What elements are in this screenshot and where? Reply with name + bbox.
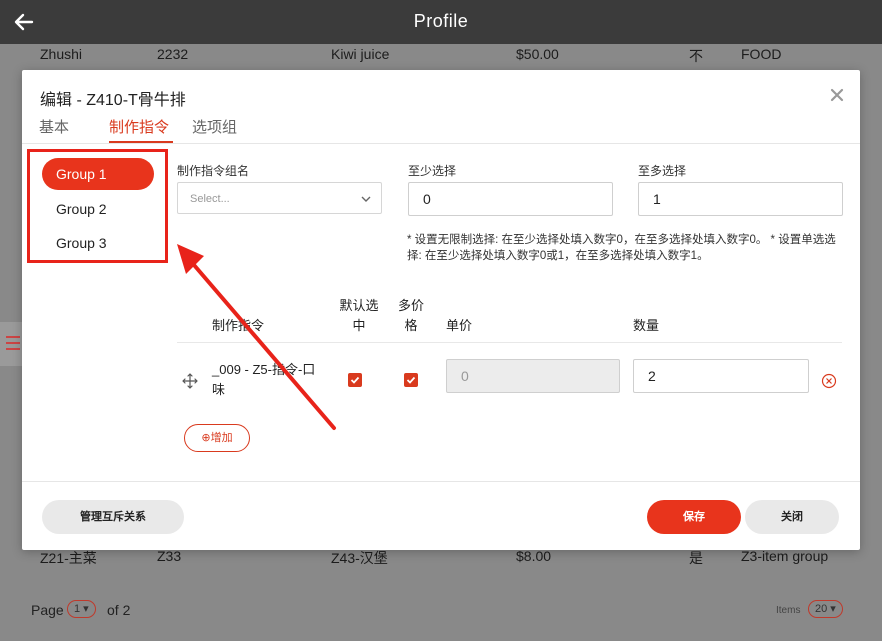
price-input[interactable]: 0 (446, 359, 620, 393)
column-header-instruction: 制作指令 (212, 318, 265, 333)
column-header-default: 默认选 中 (339, 298, 379, 333)
group-name-label: 制作指令组名 (177, 164, 250, 178)
modal-title: 编辑 - Z410-T骨牛排 (40, 92, 186, 109)
check-icon (406, 376, 416, 384)
side-menu-handle[interactable] (0, 322, 22, 366)
close-icon[interactable] (830, 88, 844, 102)
max-select-label: 至多选择 (638, 164, 687, 178)
tab-basic[interactable]: 基本 (39, 116, 69, 137)
divider (22, 481, 860, 482)
remove-row-icon[interactable] (821, 373, 837, 389)
save-button[interactable]: 保存 (647, 500, 741, 534)
quantity-input[interactable]: 2 (633, 359, 809, 393)
tab-instructions[interactable]: 制作指令 (109, 116, 169, 137)
group-name-placeholder: Select... (190, 193, 230, 205)
max-select-input[interactable]: 1 (638, 182, 843, 216)
group-item-1[interactable]: Group 1 (42, 158, 154, 190)
table-row[interactable]: Zhushi 2232 Kiwi juice $50.00 不 FOOD (0, 42, 882, 68)
min-select-label: 至少选择 (408, 164, 457, 178)
tab-option-groups[interactable]: 选项组 (192, 116, 237, 137)
help-note: * 设置无限制选择: 在至少选择处填入数字0，在至多选择处填入数字0。 * 设置… (407, 234, 836, 262)
manage-exclusion-button[interactable]: 管理互斥关系 (42, 500, 184, 534)
page-title: Profile (413, 11, 469, 31)
pagination: Page 1 ▾ of 2 Items 20 ▾ (0, 598, 882, 624)
add-button[interactable]: ⊕增加 (184, 424, 250, 452)
column-header-qty: 数量 (633, 318, 660, 333)
page-select[interactable]: 1 ▾ (67, 600, 96, 618)
group-name-select[interactable]: Select... (177, 182, 382, 214)
groups-highlight-box: Group 1 Group 2 Group 3 (27, 149, 168, 263)
items-label: Items (776, 605, 801, 616)
min-select-input[interactable]: 0 (408, 182, 613, 216)
instruction-name: _009 - Z5-指令-口味 (212, 362, 316, 397)
multi-price-checkbox[interactable] (404, 373, 418, 387)
divider (22, 143, 860, 144)
edit-modal: 编辑 - Z410-T骨牛排 基本 制作指令 选项组 Group 1 Group… (22, 70, 860, 550)
group-item-3[interactable]: Group 3 (42, 227, 154, 259)
app-header: Profile (0, 0, 882, 44)
column-header-multi-price: 多价 格 (397, 298, 424, 333)
items-per-page-select[interactable]: 20 ▾ (808, 600, 843, 618)
page-of-label: of 2 (107, 602, 131, 618)
group-item-2[interactable]: Group 2 (42, 193, 154, 225)
divider (177, 342, 842, 343)
check-icon (350, 376, 360, 384)
close-button[interactable]: 关闭 (745, 500, 839, 534)
page-label: Page (31, 602, 64, 618)
chevron-down-icon (361, 196, 371, 202)
drag-handle-icon[interactable] (182, 373, 198, 389)
column-header-price: 单价 (446, 318, 473, 333)
default-selected-checkbox[interactable] (348, 373, 362, 387)
plus-circle-icon: ⊕ (201, 432, 211, 444)
